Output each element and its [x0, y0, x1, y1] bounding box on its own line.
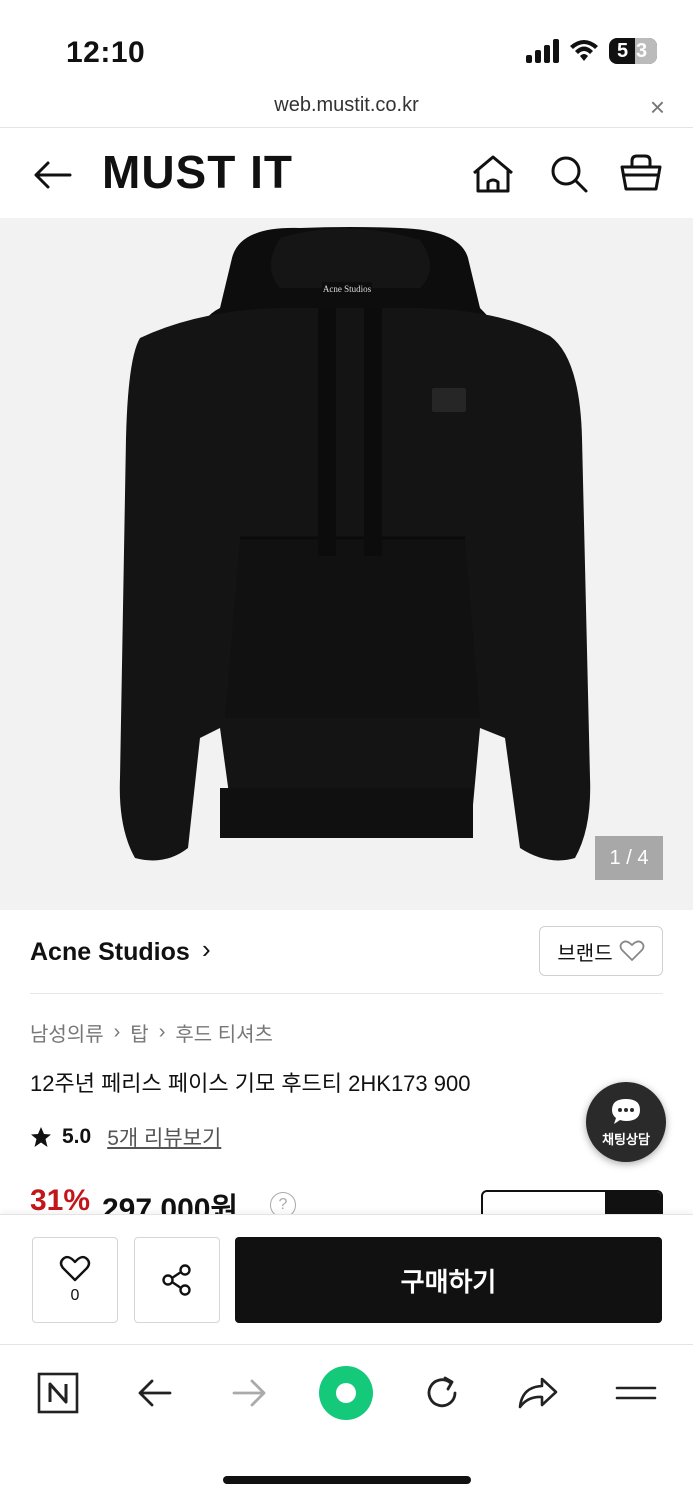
browser-back-icon[interactable] [130, 1369, 178, 1417]
svg-text:Acne Studios: Acne Studios [323, 284, 372, 294]
share-arrow-icon[interactable] [514, 1369, 562, 1417]
price-help-icon[interactable]: ? [270, 1192, 296, 1214]
brand-name-link[interactable]: Acne Studios [30, 938, 190, 967]
share-icon [162, 1264, 191, 1296]
cellular-signal-icon [526, 39, 559, 63]
url-text[interactable]: web.mustit.co.kr [0, 94, 693, 117]
home-icon[interactable] [470, 151, 516, 197]
sale-price: 297,000원 [102, 1193, 239, 1214]
close-icon[interactable]: × [650, 92, 665, 123]
browser-url-bar[interactable]: web.mustit.co.kr × [0, 88, 693, 128]
status-icons: 5 3 [526, 38, 657, 64]
chevron-right-icon[interactable]: › [202, 934, 211, 965]
reviews-link[interactable]: 5개 리뷰보기 [107, 1122, 221, 1152]
naver-home-icon[interactable] [34, 1369, 82, 1417]
brand-like-button[interactable]: 브랜드 [539, 926, 663, 976]
chat-bubble-icon [612, 1098, 640, 1124]
breadcrumb-item[interactable]: 남성의류 [30, 1018, 104, 1047]
wishlist-button[interactable]: 0 [32, 1237, 118, 1323]
buy-button[interactable]: 구매하기 [235, 1237, 662, 1323]
green-dot-button-icon[interactable] [318, 1365, 374, 1421]
chat-consult-button[interactable]: 채팅상담 [586, 1082, 666, 1162]
brand-button-label: 브랜드 [557, 942, 613, 965]
breadcrumb-item[interactable]: 후드 티셔츠 [175, 1018, 273, 1047]
image-counter: 1 / 4 [595, 836, 663, 880]
wifi-icon [570, 40, 598, 61]
product-title: 12주년 페리스 페이스 기모 후드티 2HK173 900 [30, 1071, 471, 1096]
product-rating: 5.0 5개 리뷰보기 [30, 1122, 221, 1152]
battery-level-right: 3 [635, 38, 657, 64]
back-arrow-icon[interactable] [30, 153, 74, 197]
battery-icon: 5 3 [609, 38, 657, 64]
category-breadcrumb: 남성의류 › 탑 › 후드 티셔츠 [30, 1018, 273, 1047]
coupon-button-plus [605, 1192, 661, 1214]
site-logo[interactable]: MUST IT [102, 145, 293, 199]
price-row: 31% 297,000원 ? [30, 1184, 663, 1214]
browser-forward-icon[interactable] [226, 1369, 274, 1417]
coupon-button[interactable] [481, 1190, 663, 1214]
battery-level-left: 5 [617, 39, 629, 62]
chevron-right-icon: › [158, 1021, 166, 1043]
status-bar: 12:10 5 3 [0, 0, 693, 88]
site-header: MUST IT [0, 129, 693, 217]
browser-toolbar [0, 1344, 693, 1444]
menu-icon[interactable] [612, 1369, 660, 1417]
heart-outline-icon [619, 940, 644, 961]
chevron-right-icon: › [113, 1021, 121, 1043]
product-image-gallery[interactable]: Acne Studios 1 / 4 [0, 218, 693, 910]
star-icon [31, 1127, 51, 1147]
breadcrumb-item[interactable]: 탑 [130, 1018, 148, 1047]
heart-icon [59, 1255, 91, 1282]
status-time: 12:10 [66, 36, 146, 69]
rating-score: 5.0 [62, 1125, 92, 1148]
refresh-icon[interactable] [418, 1369, 466, 1417]
purchase-bar: 0 구매하기 [0, 1214, 693, 1344]
search-icon[interactable] [546, 151, 592, 197]
share-button[interactable] [134, 1237, 220, 1323]
brand-row: Acne Studios › 브랜드 [30, 910, 663, 994]
product-image-hoodie: Acne Studios [119, 227, 591, 861]
chat-label: 채팅상담 [602, 1131, 650, 1147]
home-indicator [223, 1476, 471, 1484]
wishlist-count: 0 [70, 1287, 80, 1304]
discount-rate: 31% [30, 1184, 91, 1214]
shopping-basket-icon[interactable] [618, 151, 664, 197]
